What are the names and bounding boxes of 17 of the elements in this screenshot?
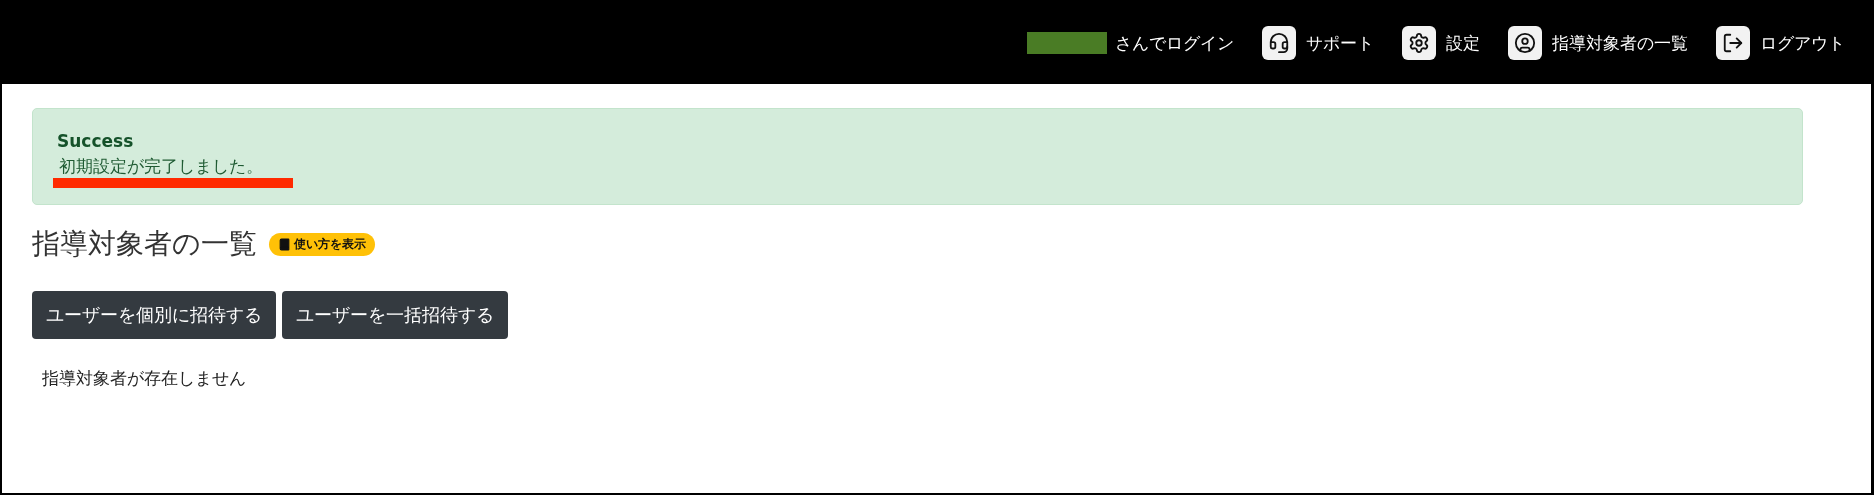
book-icon	[278, 237, 291, 251]
headset-icon	[1268, 32, 1290, 54]
nav-link[interactable]: ログアウト	[1716, 26, 1845, 60]
nav-link[interactable]: サポート	[1262, 26, 1374, 60]
invite-button[interactable]: ユーザーを個別に招待する	[32, 291, 276, 339]
alert-message: 初期設定が完了しました。	[58, 155, 264, 178]
page-title: 指導対象者の一覧	[32, 226, 257, 262]
empty-message: 指導対象者が存在しません	[42, 367, 247, 390]
logout-icon	[1722, 32, 1744, 54]
nav-link[interactable]: 指導対象者の一覧	[1508, 26, 1688, 60]
invite-button[interactable]: ユーザーを一括招待する	[282, 291, 508, 339]
settings-icon	[1408, 32, 1430, 54]
login-status: さんでログイン	[1115, 31, 1234, 55]
help-badge[interactable]: 使い方を表示	[269, 232, 375, 256]
user-circle-icon	[1514, 32, 1536, 54]
alert-title: Success	[57, 131, 134, 151]
nav-link[interactable]: 設定	[1402, 26, 1480, 60]
